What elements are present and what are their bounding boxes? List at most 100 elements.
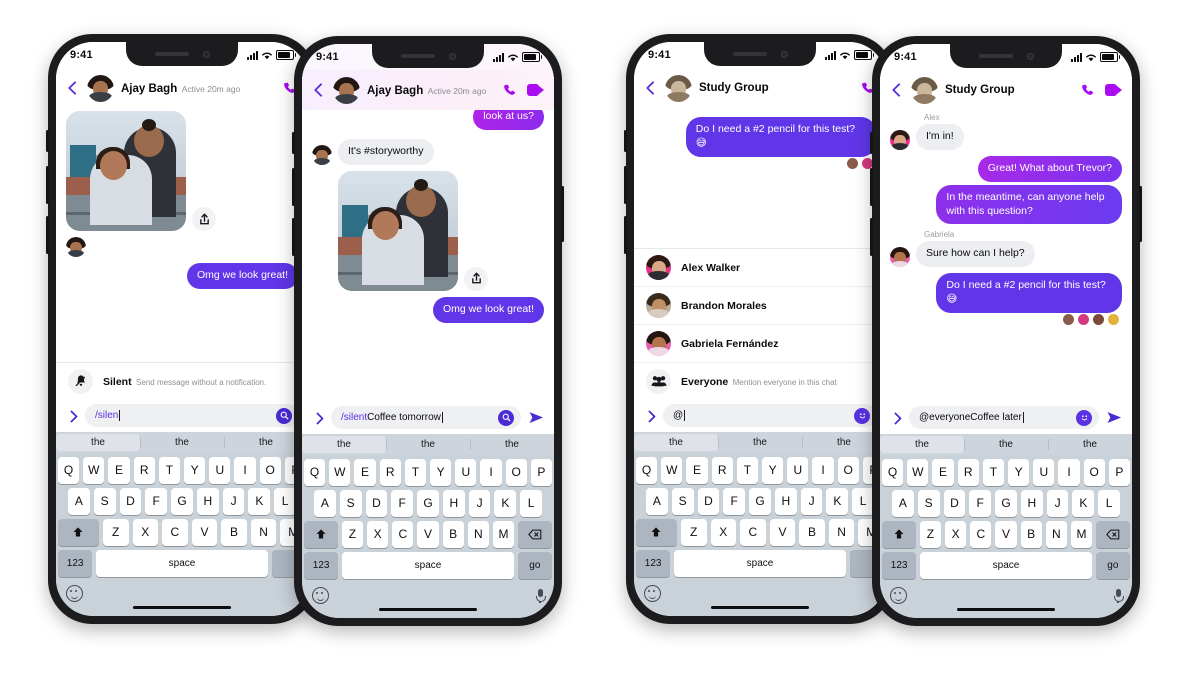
action-key[interactable]: go	[517, 551, 552, 579]
volume-up-button[interactable]	[46, 166, 49, 204]
back-icon[interactable]	[66, 81, 80, 95]
key-y[interactable]: Y	[1008, 458, 1030, 486]
message-bubble[interactable]: Great! What about Trevor?	[977, 155, 1122, 182]
message-bubble[interactable]: Omg we look great!	[432, 296, 544, 323]
reaction-avatars[interactable]	[644, 156, 874, 170]
microphone-icon[interactable]	[1114, 588, 1124, 603]
message-bubble[interactable]: look at us?	[473, 110, 544, 130]
volume-down-button[interactable]	[870, 218, 873, 256]
key-g[interactable]: G	[417, 489, 439, 517]
reaction-avatars[interactable]	[890, 313, 1120, 327]
emoji-icon[interactable]	[1076, 409, 1092, 426]
back-icon[interactable]	[312, 83, 326, 97]
volume-up-button[interactable]	[292, 168, 295, 206]
message-bubble[interactable]: It's #storyworthy	[338, 138, 434, 165]
key-p[interactable]: P	[1108, 458, 1131, 486]
key-b[interactable]: B	[442, 520, 464, 548]
volume-up-button[interactable]	[870, 168, 873, 206]
key-e[interactable]: E	[108, 456, 130, 484]
shift-icon[interactable]	[58, 518, 99, 546]
key-x[interactable]: X	[367, 520, 389, 548]
key-j[interactable]: J	[800, 487, 823, 515]
key-o[interactable]: O	[505, 458, 527, 486]
key-o[interactable]: O	[1083, 458, 1105, 486]
shift-icon[interactable]	[882, 520, 916, 548]
key-j[interactable]: J	[1046, 489, 1069, 517]
search-icon[interactable]	[276, 407, 292, 424]
photo-attachment[interactable]	[66, 111, 186, 231]
key-h[interactable]: H	[442, 489, 465, 517]
space-key[interactable]: space	[674, 549, 846, 577]
key-a[interactable]: A	[891, 489, 914, 517]
key-e[interactable]: E	[932, 458, 954, 486]
space-key[interactable]: space	[920, 551, 1092, 579]
key-w[interactable]: W	[661, 456, 683, 484]
key-i[interactable]: I	[480, 458, 502, 486]
key-w[interactable]: W	[83, 456, 105, 484]
prediction-1[interactable]: the	[140, 432, 224, 453]
key-f[interactable]: F	[391, 489, 414, 517]
microphone-icon[interactable]	[536, 588, 546, 603]
delete-icon[interactable]	[518, 520, 552, 548]
message-list[interactable]: Omg we look great! Silent Send message w…	[56, 108, 308, 400]
key-q[interactable]: Q	[303, 458, 326, 486]
key-v[interactable]: V	[417, 520, 439, 548]
key-r[interactable]: R	[711, 456, 733, 484]
action-key[interactable]: go	[1095, 551, 1130, 579]
message-list[interactable]: look at us? It's #storyworthy Omg we loo…	[302, 110, 554, 402]
key-l[interactable]: L	[852, 487, 875, 515]
key-e[interactable]: E	[354, 458, 376, 486]
key-j[interactable]: J	[468, 489, 491, 517]
prediction-0[interactable]: the	[302, 435, 386, 453]
volume-down-button[interactable]	[292, 218, 295, 256]
chevron-right-icon[interactable]	[889, 411, 902, 424]
key-q[interactable]: Q	[881, 458, 904, 486]
group-avatar[interactable]	[911, 76, 938, 104]
back-icon[interactable]	[890, 83, 904, 97]
message-input[interactable]: @everyone Coffee later	[909, 406, 1099, 429]
key-y[interactable]: Y	[762, 456, 784, 484]
key-q[interactable]: Q	[57, 456, 80, 484]
phone-call-icon[interactable]	[503, 83, 518, 98]
emoji-icon[interactable]	[890, 587, 907, 604]
prediction-1[interactable]: the	[964, 434, 1048, 455]
key-t[interactable]: T	[158, 456, 180, 484]
key-f[interactable]: F	[723, 487, 746, 515]
key-h[interactable]: H	[1020, 489, 1043, 517]
emoji-icon[interactable]	[312, 587, 329, 604]
space-key[interactable]: space	[342, 551, 514, 579]
prediction-2[interactable]: the	[470, 434, 554, 455]
emoji-icon[interactable]	[66, 585, 83, 602]
key-f[interactable]: F	[145, 487, 168, 515]
key-s[interactable]: S	[339, 489, 362, 517]
virtual-keyboard[interactable]: the the the Q W E R T Y U I O P A	[302, 433, 554, 618]
contact-avatar[interactable]	[87, 74, 114, 102]
chevron-right-icon[interactable]	[311, 411, 324, 424]
message-bubble[interactable]: I'm in!	[916, 124, 964, 150]
power-button[interactable]	[1139, 186, 1142, 242]
photo-attachment[interactable]	[338, 170, 458, 291]
key-g[interactable]: G	[749, 487, 771, 515]
shift-icon[interactable]	[636, 518, 677, 546]
message-list[interactable]: Do I need a #2 pencil for this test? 😅 A…	[634, 108, 886, 400]
send-icon[interactable]	[528, 410, 545, 425]
key-l[interactable]: L	[520, 489, 543, 517]
key-w[interactable]: W	[329, 458, 351, 486]
key-u[interactable]: U	[1033, 458, 1055, 486]
key-k[interactable]: K	[826, 487, 849, 515]
key-z[interactable]: Z	[102, 518, 129, 546]
key-t[interactable]: T	[982, 458, 1004, 486]
key-n[interactable]: N	[250, 518, 277, 546]
key-s[interactable]: S	[917, 489, 940, 517]
power-button[interactable]	[561, 186, 564, 242]
numeric-key[interactable]: 123	[304, 551, 339, 579]
key-n[interactable]: N	[467, 520, 489, 548]
key-o[interactable]: O	[259, 456, 281, 484]
key-c[interactable]: C	[392, 520, 414, 548]
key-r[interactable]: R	[379, 458, 401, 486]
key-q[interactable]: Q	[635, 456, 658, 484]
key-c[interactable]: C	[970, 520, 992, 548]
key-l[interactable]: L	[1098, 489, 1121, 517]
key-c[interactable]: C	[162, 518, 188, 546]
key-o[interactable]: O	[837, 456, 859, 484]
